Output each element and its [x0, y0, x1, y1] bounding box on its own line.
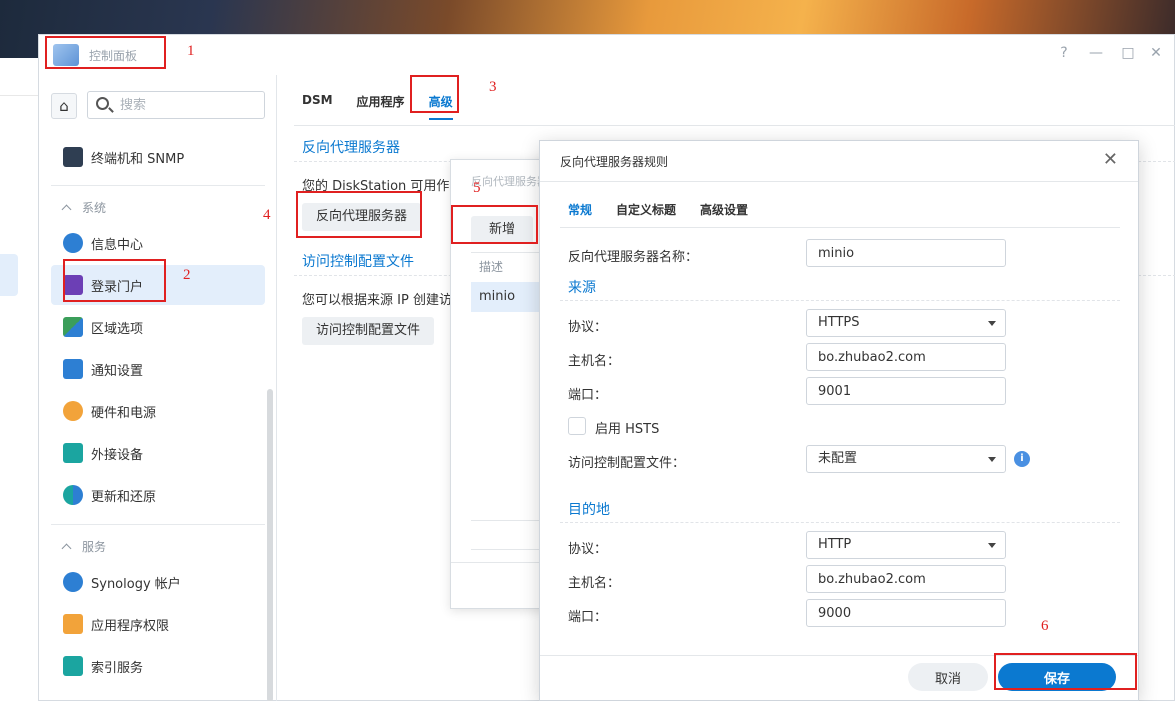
destination-section-title: 目的地 — [568, 502, 610, 518]
annotation-number-2: 2 — [183, 267, 191, 283]
source-host-label: 主机名： — [568, 354, 621, 369]
annotation-box-2 — [63, 259, 166, 302]
close-icon[interactable]: ✕ — [1103, 149, 1118, 170]
sidebar-item-info-center[interactable]: 信息中心 — [51, 223, 265, 263]
destination-port-field[interactable] — [806, 599, 1006, 627]
access-control-description: 您可以根据来源 IP 创建访 — [302, 293, 452, 308]
access-control-profile-button[interactable]: 访问控制配置文件 — [302, 317, 435, 345]
chevron-down-icon — [988, 543, 996, 548]
source-port-label: 端口： — [568, 388, 608, 403]
annotation-number-5: 5 — [473, 180, 481, 196]
destination-port-label: 端口： — [568, 610, 608, 625]
sidebar-item-synology-account[interactable]: Synology 帐户 — [51, 562, 265, 602]
reverse-proxy-section-title: 反向代理服务器 — [302, 140, 400, 156]
hardware-power-icon — [63, 401, 83, 421]
tab-custom-header[interactable]: 自定义标题 — [616, 201, 676, 218]
chevron-up-icon — [61, 543, 72, 554]
destination-protocol-select[interactable]: HTTP — [806, 531, 1006, 559]
update-restore-icon — [63, 485, 83, 505]
external-device-icon — [63, 443, 83, 463]
sidebar-item-terminal-snmp[interactable]: 终端机和 SNMP — [51, 137, 265, 177]
notification-icon — [63, 359, 83, 379]
source-section-title: 来源 — [568, 280, 596, 296]
access-control-label: 访问控制配置文件： — [568, 456, 686, 471]
annotation-number-1: 1 — [187, 43, 195, 59]
chevron-up-icon — [61, 204, 72, 215]
name-field[interactable] — [806, 239, 1006, 267]
sidebar-item-update-restore[interactable]: 更新和还原 — [51, 475, 265, 515]
indexing-service-icon — [63, 656, 83, 676]
destination-host-label: 主机名： — [568, 576, 621, 591]
sidebar-item-label: 索引服务 — [91, 660, 144, 676]
info-icon — [63, 233, 83, 253]
sidebar-item-hardware-power[interactable]: 硬件和电源 — [51, 391, 265, 431]
annotation-number-6: 6 — [1041, 618, 1049, 634]
annotation-box-6 — [994, 653, 1137, 690]
terminal-icon — [63, 147, 83, 167]
destination-protocol-label: 协议： — [568, 542, 608, 557]
section-services[interactable]: 服务 — [61, 538, 106, 555]
chevron-down-icon — [988, 457, 996, 462]
close-icon[interactable]: ✕ — [1147, 45, 1165, 61]
sidebar-item-label: Synology 帐户 — [91, 576, 181, 592]
sidebar-scrollbar[interactable] — [267, 389, 273, 701]
sidebar-item-label: 硬件和电源 — [91, 405, 157, 421]
search-icon — [96, 97, 109, 110]
annotation-box-1 — [45, 36, 166, 69]
sidebar-item-label: 外接设备 — [91, 447, 144, 463]
maximize-icon[interactable]: □ — [1119, 45, 1137, 61]
annotation-number-4: 4 — [263, 207, 271, 223]
tab-applications[interactable]: 应用程序 — [357, 93, 405, 120]
minimize-icon[interactable]: — — [1087, 45, 1105, 61]
search-field[interactable] — [87, 91, 265, 119]
dialog-title: 反向代理服务器 — [471, 175, 548, 188]
tab-dsm[interactable]: DSM — [302, 93, 333, 120]
sidebar-item-label: 信息中心 — [91, 237, 144, 253]
chevron-down-icon — [988, 321, 996, 326]
app-privileges-icon — [63, 614, 83, 634]
name-label: 反向代理服务器名称： — [568, 250, 699, 265]
source-protocol-label: 协议： — [568, 320, 608, 335]
source-protocol-select[interactable]: HTTPS — [806, 309, 1006, 337]
sidebar-item-label: 应用程序权限 — [91, 618, 170, 634]
sidebar: ⌂ 终端机和 SNMP 系统 信息中心 登录门户 区域选项 通知设置 — [39, 75, 277, 701]
home-icon[interactable]: ⌂ — [51, 93, 77, 119]
info-icon[interactable]: i — [1014, 451, 1030, 467]
sidebar-item-app-privileges[interactable]: 应用程序权限 — [51, 604, 265, 644]
help-icon[interactable]: ? — [1055, 45, 1073, 61]
tab-general[interactable]: 常规 — [568, 201, 592, 218]
sidebar-item-indexing-service[interactable]: 索引服务 — [51, 646, 265, 686]
sidebar-item-notification[interactable]: 通知设置 — [51, 349, 265, 389]
cancel-button[interactable]: 取消 — [908, 663, 988, 691]
desktop-left-panel — [0, 58, 38, 701]
tab-advanced-settings[interactable]: 高级设置 — [700, 201, 748, 218]
sidebar-item-label: 通知设置 — [91, 363, 144, 379]
sidebar-item-label: 终端机和 SNMP — [91, 151, 185, 167]
annotation-number-3: 3 — [489, 79, 497, 95]
access-control-select[interactable]: 未配置 — [806, 445, 1006, 473]
region-icon — [63, 317, 83, 337]
annotation-box-4 — [296, 191, 422, 238]
sidebar-item-external-devices[interactable]: 外接设备 — [51, 433, 265, 473]
source-port-field[interactable] — [806, 377, 1006, 405]
sidebar-item-regional-options[interactable]: 区域选项 — [51, 307, 265, 347]
sidebar-item-label: 区域选项 — [91, 321, 144, 337]
search-input[interactable] — [120, 96, 256, 114]
synology-account-icon — [63, 572, 83, 592]
reverse-proxy-rule-dialog: 反向代理服务器规则 ✕ 常规 自定义标题 高级设置 反向代理服务器名称： 来源 … — [539, 140, 1139, 701]
annotation-box-5 — [451, 205, 538, 244]
sidebar-item-label: 更新和还原 — [91, 489, 157, 505]
annotation-box-3 — [410, 75, 459, 113]
hsts-label: 启用 HSTS — [595, 422, 660, 437]
source-host-field[interactable] — [806, 343, 1006, 371]
dialog-title: 反向代理服务器规则 — [560, 155, 669, 169]
hsts-checkbox[interactable] — [568, 417, 586, 435]
section-system[interactable]: 系统 — [61, 199, 106, 216]
title-bar: 控制面板 ? — □ ✕ — [39, 35, 1174, 75]
destination-host-field[interactable] — [806, 565, 1006, 593]
dialog-tabs: 常规 自定义标题 高级设置 — [568, 201, 772, 218]
access-control-section-title: 访问控制配置文件 — [302, 254, 414, 270]
